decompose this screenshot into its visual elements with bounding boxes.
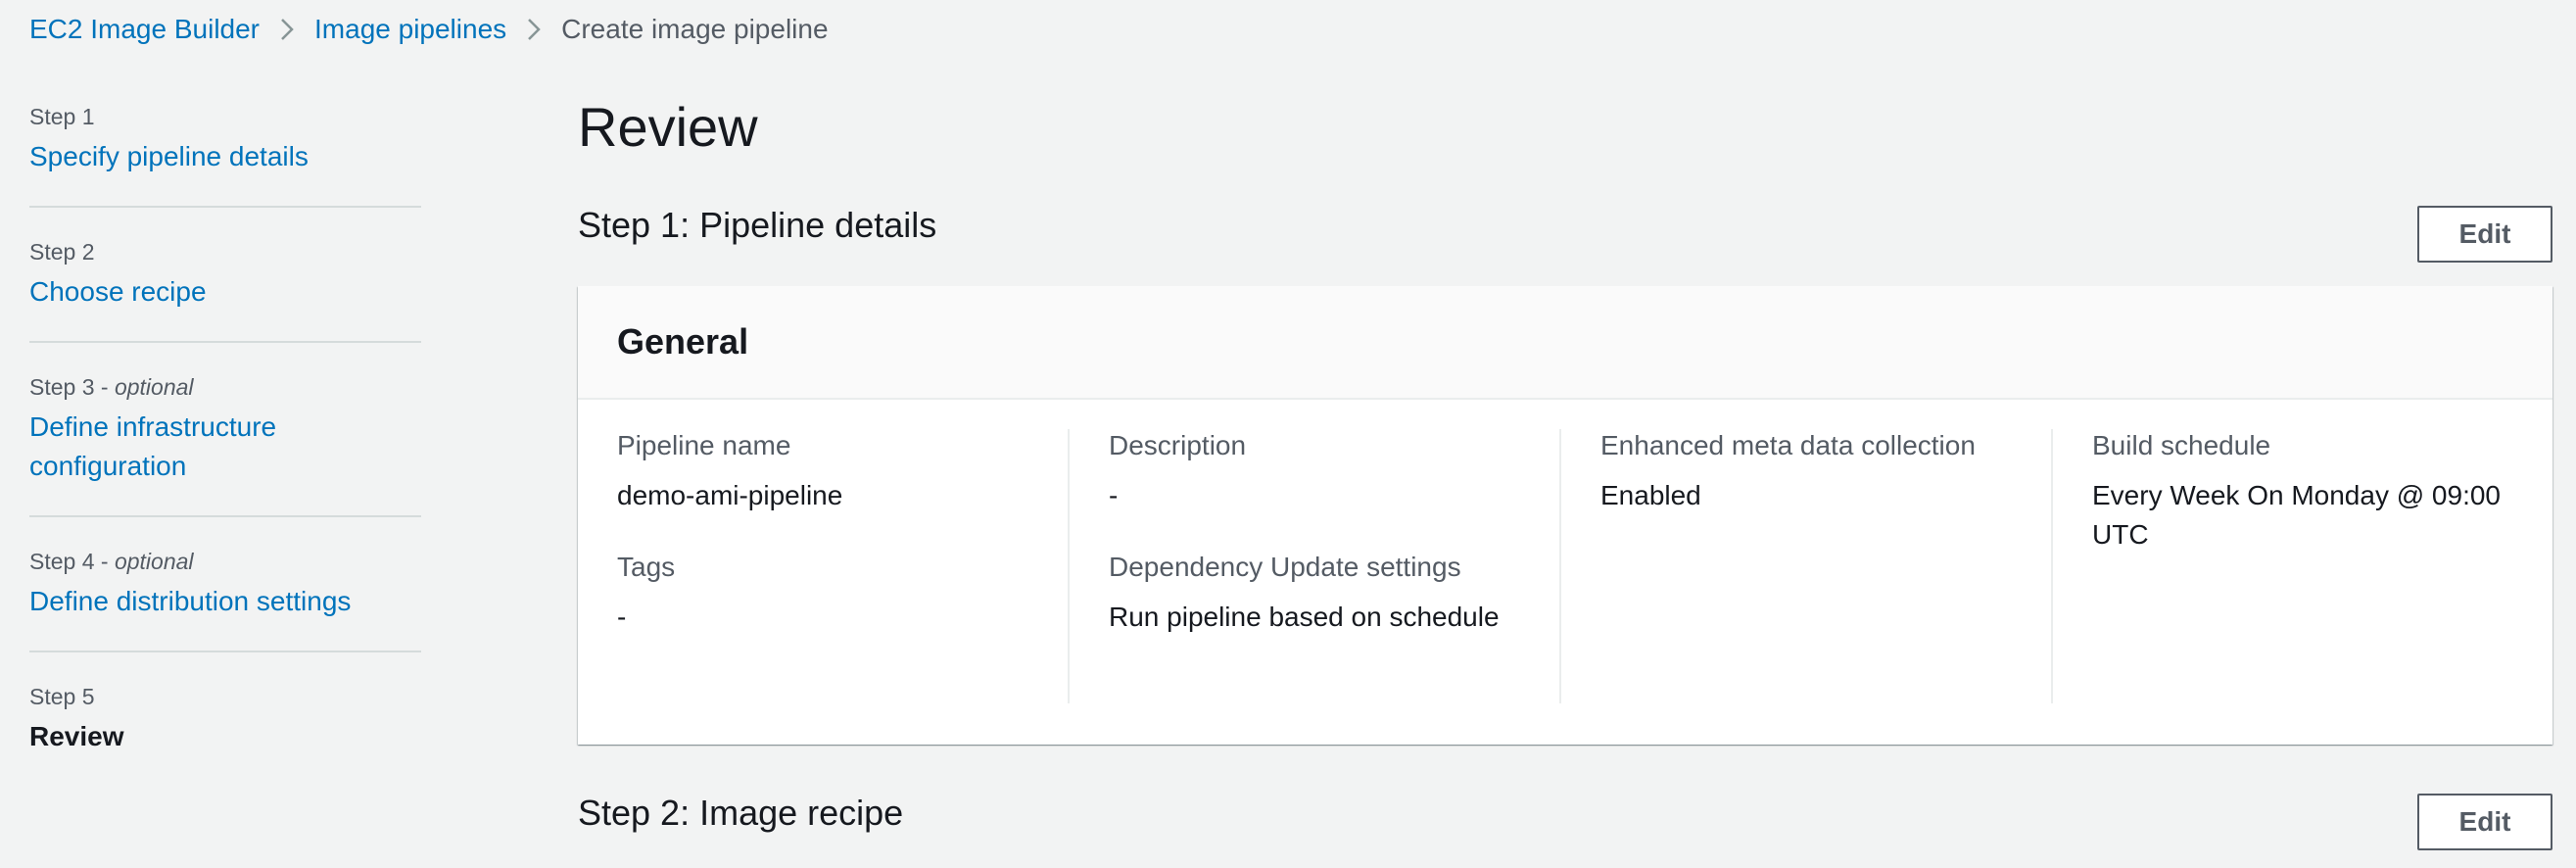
wizard-step-1: Step 1 Specify pipeline details [29, 102, 421, 208]
field-value: Every Week On Monday @ 09:00 UTC [2092, 480, 2501, 550]
column-4: Build schedule Every Week On Monday @ 09… [2051, 429, 2552, 703]
section-title-pipeline-details: Step 1: Pipeline details [578, 205, 937, 245]
optional-label: optional [114, 549, 194, 574]
wizard-step-4: Step 4 - optional Define distribution se… [29, 547, 421, 652]
breadcrumb-image-pipelines[interactable]: Image pipelines [314, 14, 506, 45]
field-build-schedule: Build schedule Every Week On Monday @ 09… [2092, 429, 2513, 555]
edit-pipeline-details-button[interactable]: Edit [2417, 206, 2552, 263]
chevron-right-icon [260, 17, 314, 42]
breadcrumb-current: Create image pipeline [561, 14, 829, 44]
field-value: - [1109, 480, 1119, 510]
step-number: Step 4 - optional [29, 549, 194, 574]
wizard-step-3: Step 3 - optional Define infrastructure … [29, 372, 421, 517]
field-label: Pipeline name [617, 430, 791, 460]
step-link-distribution[interactable]: Define distribution settings [29, 582, 421, 621]
edit-image-recipe-button[interactable]: Edit [2417, 794, 2552, 850]
field-label: Dependency Update settings [1109, 552, 1461, 582]
step-link-infrastructure[interactable]: Define infrastructure configuration [29, 408, 323, 486]
step-number: Step 5 [29, 684, 95, 709]
wizard-step-5: Step 5 Review [29, 682, 421, 786]
breadcrumb: EC2 Image Builder Image pipelines Create… [29, 14, 829, 45]
step-number: Step 3 - optional [29, 374, 194, 400]
page-title: Review [578, 96, 758, 158]
chevron-right-icon [506, 17, 561, 42]
column-3: Enhanced meta data collection Enabled [1559, 429, 2051, 703]
field-pipeline-name: Pipeline name demo-ami-pipeline [617, 429, 1028, 515]
step-number: Step 1 [29, 104, 95, 129]
column-2: Description - Dependency Update settings… [1068, 429, 1559, 703]
step-current-review: Review [29, 721, 124, 751]
optional-label: optional [114, 374, 194, 400]
field-enhanced-metadata: Enhanced meta data collection Enabled [1600, 429, 2012, 515]
field-value: - [617, 602, 627, 632]
field-value: demo-ami-pipeline [617, 480, 843, 510]
column-1: Pipeline name demo-ami-pipeline Tags - [578, 429, 1068, 703]
step-link-pipeline-details[interactable]: Specify pipeline details [29, 137, 421, 176]
step-number: Step 2 [29, 239, 95, 265]
field-label: Enhanced meta data collection [1600, 430, 1976, 460]
field-description: Description - [1109, 429, 1520, 515]
field-value: Run pipeline based on schedule [1109, 602, 1500, 632]
card-body: Pipeline name demo-ami-pipeline Tags - D… [578, 429, 2552, 703]
field-label: Build schedule [2092, 430, 2271, 460]
card-title: General [578, 286, 2552, 400]
field-dependency-update: Dependency Update settings Run pipeline … [1109, 551, 1520, 637]
field-label: Description [1109, 430, 1247, 460]
field-tags: Tags - [617, 551, 1028, 637]
field-label: Tags [617, 552, 676, 582]
wizard-step-2: Step 2 Choose recipe [29, 237, 421, 343]
wizard-steps-nav: Step 1 Specify pipeline details Step 2 C… [29, 102, 421, 815]
general-card: General Pipeline name demo-ami-pipeline … [578, 286, 2552, 745]
step-link-choose-recipe[interactable]: Choose recipe [29, 272, 421, 312]
breadcrumb-ec2-image-builder[interactable]: EC2 Image Builder [29, 14, 260, 45]
field-value: Enabled [1600, 480, 1701, 510]
section-title-image-recipe: Step 2: Image recipe [578, 793, 904, 833]
